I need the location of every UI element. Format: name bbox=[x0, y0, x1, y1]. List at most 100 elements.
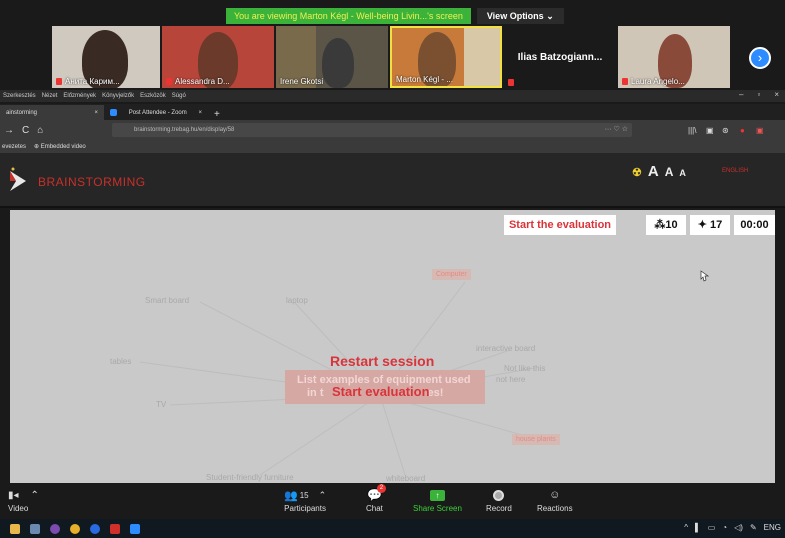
minimize-icon[interactable]: – bbox=[739, 90, 743, 99]
idea-student-furniture[interactable]: Student-friendly furniture bbox=[206, 473, 294, 482]
page-actions[interactable]: ··· ♡ ☆ bbox=[605, 125, 628, 133]
participant-tile[interactable]: Анита Карим... bbox=[52, 26, 160, 88]
idea-whiteboard[interactable]: whiteboard bbox=[386, 474, 425, 483]
sidebar-icon[interactable]: ▣ bbox=[706, 126, 714, 135]
pen-icon[interactable]: ✎ bbox=[750, 523, 757, 532]
battery-icon[interactable]: ▭ bbox=[708, 523, 716, 532]
idea-tables[interactable]: tables bbox=[110, 357, 131, 366]
start-evaluation-button[interactable]: Start the evaluation bbox=[504, 215, 616, 235]
bookmark-item[interactable]: evezetes bbox=[2, 144, 26, 150]
home-icon[interactable]: ⌂ bbox=[37, 125, 43, 136]
participant-name-text: Marton Kégl - ... bbox=[396, 75, 453, 84]
back-icon[interactable]: → bbox=[4, 125, 14, 136]
participant-name-text: Ilias Batzogiann... bbox=[517, 51, 603, 63]
bookmark-item[interactable]: ⊕ Embedded video bbox=[34, 143, 86, 150]
calculator-icon[interactable] bbox=[30, 523, 40, 534]
reactions-button[interactable]: ☺ Reactions bbox=[537, 486, 573, 513]
brainstorm-canvas: Start the evaluation ⁂10 ✦ 17 00:00 Comp… bbox=[10, 210, 775, 483]
url-input[interactable]: brainstorming.trebag.hu/en/display/58 ··… bbox=[112, 123, 632, 137]
network-icon[interactable]: ◔ bbox=[722, 523, 727, 532]
menu-item[interactable]: Súgó bbox=[172, 93, 186, 99]
tab-close-icon[interactable]: × bbox=[198, 110, 202, 116]
chat-label: Chat bbox=[366, 504, 383, 513]
menu-item[interactable]: Előzmények bbox=[63, 93, 96, 99]
idea-smart-board[interactable]: Smart board bbox=[145, 296, 189, 305]
new-tab-button[interactable]: + bbox=[208, 109, 226, 120]
file-explorer-icon[interactable] bbox=[10, 523, 20, 534]
language-switch[interactable]: ENGLISH bbox=[722, 168, 748, 174]
volume-icon[interactable]: ◁) bbox=[734, 523, 743, 532]
video-camera-icon: ▮◂ ⌃ bbox=[8, 489, 39, 501]
idea-house-plants[interactable]: house plants bbox=[512, 434, 560, 445]
participant-tile[interactable]: Ilias Batzogiann... bbox=[504, 26, 616, 88]
chevron-up-icon[interactable]: ⌃ bbox=[319, 490, 327, 501]
video-button[interactable]: ▮◂ ⌃ Video bbox=[8, 486, 39, 514]
participant-name: Laura Angelo... bbox=[622, 77, 685, 86]
participant-name-text: Alessandra D... bbox=[175, 77, 230, 86]
participant-tile[interactable]: Irene Gkotsi bbox=[276, 26, 388, 88]
participant-tile[interactable]: Alessandra D... bbox=[162, 26, 274, 88]
chrome-icon[interactable] bbox=[70, 523, 80, 534]
idea-computer[interactable]: Computer bbox=[432, 269, 471, 280]
share-screen-button[interactable]: ↑ Share Screen bbox=[413, 486, 462, 513]
restart-session-button[interactable]: Restart session bbox=[330, 353, 434, 369]
share-screen-label: Share Screen bbox=[413, 504, 462, 513]
zoom-window: You are viewing Marton Kégl - Well-being… bbox=[0, 0, 785, 538]
font-small-button[interactable]: A bbox=[679, 168, 686, 178]
participant-strip: Анита Карим... Alessandra D... Irene Gko… bbox=[0, 26, 785, 90]
zoom-toolbar: ▮◂ ⌃ Video 👥 15 ⌃ Participants 💬 2 Chat … bbox=[0, 483, 785, 519]
view-options-button[interactable]: View Options ⌄ bbox=[476, 8, 564, 24]
acrobat-icon[interactable] bbox=[110, 523, 120, 534]
menu-item[interactable]: Könyvjelzők bbox=[102, 93, 134, 99]
viewing-banner: You are viewing Marton Kégl - Well-being… bbox=[226, 8, 564, 24]
language-indicator[interactable]: ENG bbox=[764, 523, 781, 532]
ideas-count: ⁂10 bbox=[646, 215, 686, 235]
participant-name: Marton Kégl - ... bbox=[396, 75, 453, 84]
record-icon bbox=[493, 486, 505, 504]
idea-not-here[interactable]: not here bbox=[496, 375, 525, 384]
participants-button[interactable]: 👥 15 ⌃ Participants bbox=[284, 486, 327, 514]
extension-icon[interactable]: ⊛ bbox=[722, 126, 729, 135]
muted-icon bbox=[56, 78, 62, 85]
system-tray: ^ ▌ ▭ ◔ ◁) ✎ ENG bbox=[684, 523, 781, 532]
muted-icon bbox=[622, 78, 628, 85]
record-label: Record bbox=[486, 504, 512, 513]
reload-icon[interactable]: C bbox=[22, 125, 29, 136]
onenote-icon[interactable] bbox=[50, 523, 60, 534]
chat-button[interactable]: 💬 2 Chat bbox=[366, 484, 386, 513]
record-button[interactable]: Record bbox=[486, 486, 512, 513]
browser-tab[interactable]: Post Attendee - Zoom × bbox=[104, 105, 208, 120]
chat-icon: 💬 2 bbox=[367, 484, 386, 504]
menu-item[interactable]: Nézet bbox=[42, 93, 58, 99]
idea-laptop[interactable]: laptop bbox=[286, 296, 308, 305]
idea-not-like-this[interactable]: Not like this bbox=[504, 364, 545, 373]
tray-expand-icon[interactable]: ^ bbox=[684, 523, 688, 532]
participant-tile[interactable]: Laura Angelo... bbox=[618, 26, 730, 88]
font-medium-button[interactable]: A bbox=[665, 165, 674, 179]
connector-lines bbox=[139, 281, 541, 476]
firefox-icon[interactable] bbox=[90, 523, 100, 534]
idea-interactive-board[interactable]: interactive board bbox=[476, 344, 535, 353]
reactions-icon: ☺ bbox=[549, 489, 561, 501]
zoom-app-icon[interactable] bbox=[130, 523, 140, 534]
record-circle-icon bbox=[493, 489, 505, 501]
close-icon[interactable]: × bbox=[774, 90, 779, 99]
tab-close-icon[interactable]: × bbox=[94, 110, 98, 116]
browser-tab[interactable]: ainstorming × bbox=[0, 105, 104, 120]
library-icon[interactable]: |||\ bbox=[688, 126, 696, 135]
menu-item[interactable]: Szerkesztés bbox=[3, 93, 36, 99]
next-page-button[interactable]: › bbox=[749, 47, 771, 69]
participant-name-text: Laura Angelo... bbox=[631, 77, 685, 86]
adblock-icon[interactable]: ● bbox=[740, 126, 745, 135]
accessibility-icon[interactable]: ☢ bbox=[632, 166, 642, 179]
menu-item[interactable]: Eszközök bbox=[140, 93, 166, 99]
idea-tv[interactable]: TV bbox=[156, 400, 166, 409]
chevron-up-icon[interactable]: ⌃ bbox=[31, 490, 39, 501]
font-large-button[interactable]: A bbox=[648, 163, 659, 180]
start-evaluation-link[interactable]: Start evaluation bbox=[332, 384, 430, 399]
usb-icon[interactable]: ▌ bbox=[695, 523, 701, 532]
maximize-icon[interactable]: ▫ bbox=[757, 90, 760, 99]
pocket-icon[interactable]: ▣ bbox=[756, 126, 764, 135]
timer: 00:00 bbox=[734, 215, 775, 235]
participant-tile[interactable]: Marton Kégl - ... bbox=[390, 26, 502, 88]
